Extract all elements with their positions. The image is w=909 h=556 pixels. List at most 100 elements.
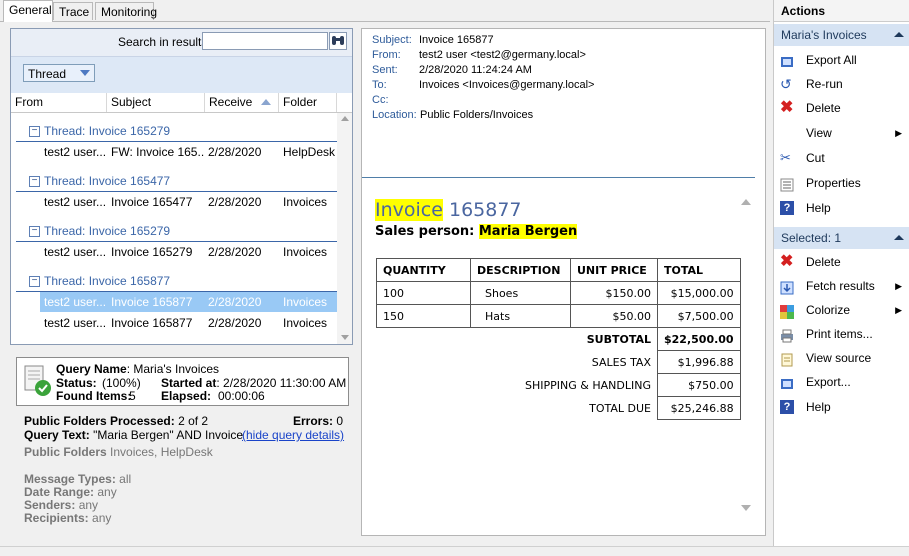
table-row[interactable]: test2 user... Invoice 165279 2/28/2020 I… [40,242,337,262]
delete-query-action[interactable]: ✖ Delete [774,96,909,120]
date-range-value: any [97,485,117,499]
elapsed-label: Elapsed: [161,389,212,403]
query-document-icon [22,364,51,396]
column-received[interactable]: Receive [205,93,279,112]
column-subject[interactable]: Subject [107,93,205,112]
print-items-action[interactable]: Print items... [774,322,909,346]
group-by-dropdown[interactable]: Thread [23,64,95,82]
search-bar: Search in results [11,29,352,57]
view-menu[interactable]: View ▶ [774,121,909,145]
actions-section-query[interactable]: Maria's Invoices [774,24,909,46]
fetch-icon [780,279,794,295]
export-icon [780,53,794,67]
binoculars-icon[interactable] [329,32,347,50]
scroll-up-icon[interactable] [341,116,349,121]
tab-trace[interactable]: Trace [53,2,93,20]
collapse-up-icon[interactable] [894,235,904,240]
invoice-title-highlight: Invoice [375,199,443,221]
invoice-header-row: QUANTITY DESCRIPTION UNIT PRICE TOTAL [376,258,741,282]
thread-title: Thread: Invoice 165477 [44,174,171,188]
tab-monitoring[interactable]: Monitoring [95,2,157,20]
senders-label: Senders: [24,498,76,512]
sent-value: 2/28/2020 11:24:24 AM [419,64,532,76]
actions-pane: Actions Maria's Invoices Export All ↺ Re… [773,0,909,546]
message-preview: Subject: Invoice 165877 From: test2 user… [361,28,766,536]
help-action[interactable]: ? Help [774,196,909,220]
thread-group[interactable]: − Thread: Invoice 165279 [16,121,341,142]
delete-icon: ✖ [780,99,794,116]
table-row[interactable]: test2 user... FW: Invoice 165... 2/28/20… [40,142,337,162]
collapse-icon[interactable]: − [29,126,40,138]
table-row[interactable]: test2 user... Invoice 165477 2/28/2020 I… [40,192,337,212]
help-selected-action[interactable]: ? Help [774,395,909,419]
thread-title: Thread: Invoice 165279 [44,124,171,138]
thread-group[interactable]: − Thread: Invoice 165279 [16,221,341,242]
actions-title: Actions [774,0,909,22]
thread-title: Thread: Invoice 165279 [44,224,171,238]
cc-label: Cc: [372,94,389,106]
properties-action[interactable]: Properties [774,171,909,195]
query-name-label: Query Name [56,362,127,376]
public-folders-label: Public Folders [24,445,107,459]
fetch-results-menu[interactable]: Fetch results ▶ [774,274,909,298]
collapse-icon[interactable]: − [29,176,40,188]
export-selected-action[interactable]: Export... [774,370,909,394]
actions-section-selected[interactable]: Selected: 1 [774,227,909,249]
salesperson-value: Maria Bergen [478,224,578,239]
colorize-menu[interactable]: Colorize ▶ [774,298,909,322]
to-value: Invoices <Invoices@germany.local> [419,79,595,91]
query-summary: Query Name: Maria's Invoices Status: (10… [16,357,349,406]
column-folder[interactable]: Folder [279,93,337,112]
table-row-selected[interactable]: test2 user... Invoice 165877 2/28/2020 I… [40,292,337,312]
subtotal-row: SUBTOTAL $22,500.00 [377,327,741,351]
public-folders-value: Invoices, HelpDesk [110,445,213,459]
refresh-icon: ↺ [780,76,792,92]
collapse-up-icon[interactable] [894,32,904,37]
collapse-icon[interactable]: − [29,226,40,238]
errors-value: 0 [336,414,344,428]
view-source-action[interactable]: View source [774,346,909,370]
delete-selected-action[interactable]: ✖ Delete [774,250,909,274]
column-header: From Subject Receive Folder [11,93,352,113]
invoice-line: 100 Shoes $150.00 $15,000.00 [376,281,741,305]
tab-divider [0,21,770,22]
status-value: (100%) [102,376,141,390]
thread-group[interactable]: − Thread: Invoice 165877 [16,271,341,292]
results-panel: Search in results Thread From Subject Re… [10,28,353,345]
invoice-number: 165877 [448,199,522,221]
header-divider [362,177,755,178]
section-query-title: Maria's Invoices [781,28,867,42]
printer-icon [780,327,794,343]
message-types-value: all [119,472,132,486]
cut-action[interactable]: ✂ Cut [774,146,909,170]
export-all-action[interactable]: Export All [774,48,909,72]
sort-ascending-icon [261,99,271,105]
table-row[interactable]: test2 user... Invoice 165877 2/28/2020 I… [40,313,337,333]
group-by-value: Thread [28,67,67,81]
invoice-title: Invoice 165877 [375,199,522,221]
hide-query-details-link[interactable]: (hide query details) [242,428,344,442]
collapse-icon[interactable]: − [29,276,40,288]
search-input[interactable] [202,32,328,50]
total-due-row: TOTAL DUE $25,246.88 [377,396,741,420]
submenu-arrow-icon: ▶ [895,281,902,291]
salesperson: Sales person: Maria Bergen [375,224,578,239]
column-from[interactable]: From [11,93,107,112]
scissors-icon: ✂ [780,150,791,165]
preview-scroll-down-icon[interactable] [741,505,751,511]
rerun-action[interactable]: ↺ Re-run [774,72,909,96]
started-label: Started at [161,376,217,390]
tab-general[interactable]: General [3,0,53,22]
colorize-icon [780,303,794,319]
query-name: Maria's Invoices [133,362,220,376]
preview-scroll-up-icon[interactable] [741,199,751,205]
scroll-down-icon[interactable] [341,335,349,340]
query-text-label: Query Text: [24,428,90,442]
search-label: Search in results [118,35,208,49]
group-by-bar: Thread [11,57,352,94]
thread-group[interactable]: − Thread: Invoice 165477 [16,171,341,192]
to-label: To: [372,79,387,91]
senders-value: any [78,498,99,512]
column-received-label: Receive [209,95,253,109]
results-scrollbar[interactable] [337,113,352,344]
